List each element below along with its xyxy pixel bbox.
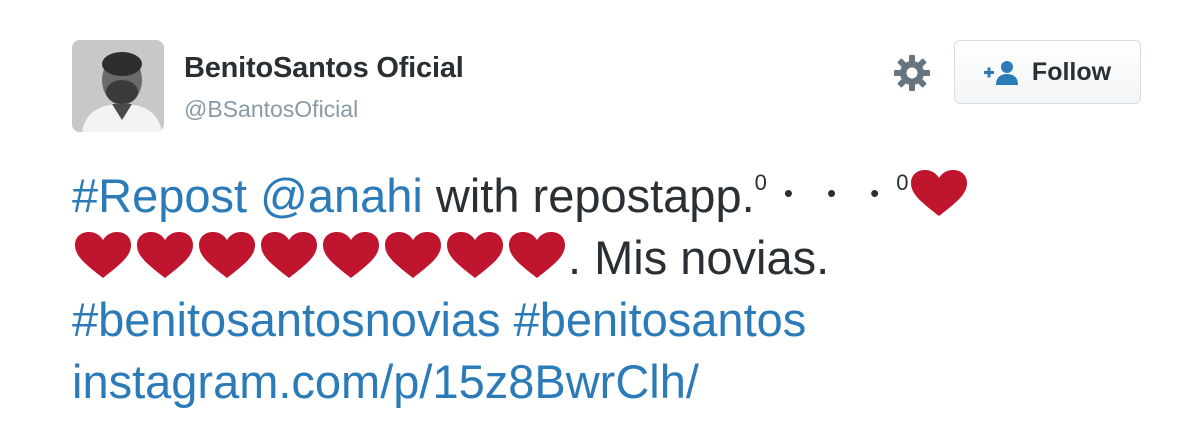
tweet-line-1: #Repost @anahi with repostapp.0 • • • 0: [72, 162, 1152, 227]
tweet-text-mis-novias: . Mis novias.: [568, 231, 830, 284]
follow-button[interactable]: Follow: [954, 40, 1141, 104]
tweet-text: #Repost @anahi with repostapp.0 • • • 0 . Mi…: [72, 162, 1152, 413]
dot-3: •: [870, 178, 880, 208]
add-user-icon: [983, 59, 1020, 85]
gear-icon[interactable]: [892, 53, 932, 93]
heart-icon: [321, 230, 381, 280]
user-handle[interactable]: @BSantosOficial: [184, 96, 358, 123]
count-b: 0: [896, 170, 909, 195]
dot-1: •: [783, 178, 794, 208]
instagram-link[interactable]: instagram.com/p/15z8BwrClh/: [72, 355, 699, 408]
follow-label: Follow: [1031, 57, 1112, 86]
tweet-line-2: . Mis novias.: [72, 227, 1152, 289]
heart-icon: [135, 230, 195, 280]
count-a: 0: [754, 170, 767, 195]
display-name[interactable]: BenitoSantos Oficial: [184, 52, 464, 85]
hashtag-benitosantos[interactable]: #benitosantos: [514, 293, 807, 346]
heart-icon: [909, 168, 969, 218]
dot-2: •: [827, 178, 837, 208]
heart-icon: [445, 230, 505, 280]
hashtag-benitosantosnovias[interactable]: #benitosantosnovias: [72, 293, 501, 346]
heart-icon: [507, 230, 567, 280]
heart-icon: [197, 230, 257, 280]
tweet-card: BenitoSantos Oficial @BSantosOficial Fol…: [0, 0, 1200, 426]
hearts-row: [72, 231, 568, 284]
heart-icon: [73, 230, 133, 280]
tweet-line-4: instagram.com/p/15z8BwrClh/: [72, 351, 1152, 413]
heart-icon: [383, 230, 443, 280]
hashtag-repost[interactable]: #Repost: [72, 169, 247, 222]
heart-icon: [259, 230, 319, 280]
tweet-text-segment: with repostapp.: [422, 169, 755, 222]
avatar[interactable]: [72, 40, 164, 132]
avatar-image: [72, 40, 164, 132]
mention-anahi[interactable]: @anahi: [260, 169, 423, 222]
tweet-line-3: #benitosantosnovias #benitosantos: [72, 289, 1152, 351]
